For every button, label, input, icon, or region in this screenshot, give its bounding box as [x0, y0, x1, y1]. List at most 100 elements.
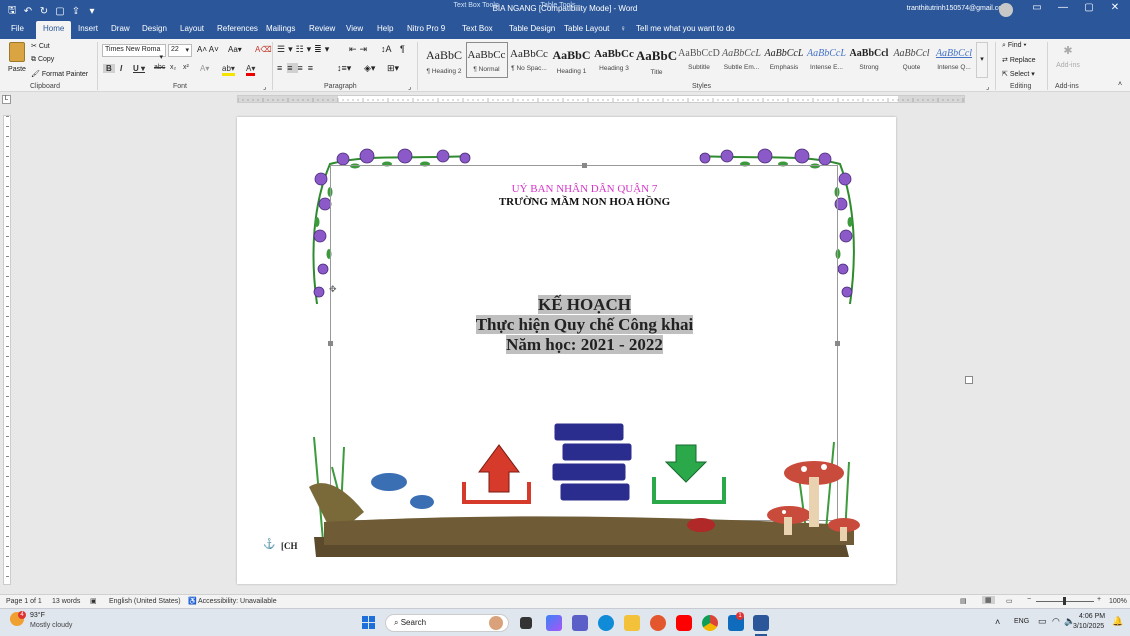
horizontal-ruler[interactable] [237, 95, 965, 103]
copilot-icon[interactable] [546, 615, 562, 631]
ribbon-display-icon[interactable]: ▭ [1024, 2, 1050, 13]
italic-button[interactable]: I [120, 64, 122, 73]
anchor-icon[interactable]: ⚓ [263, 539, 275, 550]
replace-button[interactable]: ⇄ Replace [1002, 56, 1036, 64]
cut-button[interactable]: ✂ Cut [31, 42, 50, 50]
windows-start-icon[interactable] [362, 616, 376, 630]
save-icon[interactable]: 🖫 [4, 3, 20, 20]
indent-buttons[interactable]: ⇤⇥ [349, 44, 370, 55]
clock-date[interactable]: 3/10/2025 [1073, 623, 1104, 630]
style-heading-2[interactable]: AaBbC ¶ Heading 2 [423, 42, 465, 78]
page-count[interactable]: Page 1 of 1 [6, 598, 42, 605]
tab-references[interactable]: References [217, 24, 258, 33]
weather-temp[interactable]: 93°F [30, 612, 45, 619]
styles-more-icon[interactable]: ▾ [976, 42, 988, 78]
style-emphasis[interactable]: AaBbCcL Emphasis [763, 42, 805, 78]
file-explorer-icon[interactable] [624, 615, 640, 631]
battery-icon[interactable]: ▭ [1038, 616, 1047, 627]
sort-icon[interactable]: ↕A [381, 44, 392, 54]
tell-me-search[interactable]: Tell me what you want to do [636, 24, 735, 33]
tab-design[interactable]: Design [142, 24, 167, 33]
tab-file[interactable]: File [11, 24, 24, 33]
read-mode-icon[interactable]: ▤ [960, 597, 967, 605]
word-count[interactable]: 13 words [52, 598, 80, 605]
language-indicator[interactable]: ENG [1014, 618, 1029, 625]
change-case-icon[interactable]: Aa▾ [228, 45, 242, 54]
pilcrow-icon[interactable]: ¶ [400, 44, 405, 54]
close-icon[interactable]: ✕ [1102, 2, 1128, 13]
chevron-up-icon[interactable]: ˄ [995, 617, 1000, 627]
tab-table-design[interactable]: Table Design [509, 24, 555, 33]
plan-subheading[interactable]: Thực hiện Quy chế Công khai [475, 315, 694, 334]
tab-text-box[interactable]: Text Box [462, 24, 493, 33]
style-intense-q[interactable]: AaBbCcl Intense Q... [933, 42, 975, 78]
new-doc-icon[interactable]: ▢ [52, 6, 68, 17]
line-spacing-icon[interactable]: ↕≡▾ [337, 63, 351, 74]
tab-selector[interactable]: L [2, 95, 11, 104]
chrome-icon[interactable] [702, 615, 718, 631]
accessibility-icon[interactable]: ♿ [188, 597, 197, 605]
font-size-box[interactable]: 22 ▾ [168, 44, 192, 57]
task-view-icon[interactable] [520, 617, 532, 629]
layout-options-icon[interactable] [965, 376, 973, 384]
paragraph-dialog-launcher-icon[interactable]: ⌟ [408, 83, 411, 91]
minimize-icon[interactable]: — [1050, 2, 1076, 13]
avatar[interactable] [999, 3, 1013, 17]
web-layout-icon[interactable]: ▭ [1006, 597, 1013, 605]
select-button[interactable]: ⇱ Select ▾ [1002, 70, 1035, 78]
style-no-spac[interactable]: AaBbCc ¶ No Spac... [508, 42, 550, 78]
maximize-icon[interactable]: ▢ [1076, 2, 1102, 13]
zoom-thumb[interactable] [1063, 597, 1066, 605]
accessibility-status[interactable]: Accessibility: Unavailable [198, 598, 277, 605]
superscript-button[interactable]: x² [183, 64, 189, 71]
zoom-level[interactable]: 100% [1109, 598, 1127, 605]
move-handle-icon[interactable]: ✥ [329, 284, 337, 295]
edge-icon[interactable] [598, 615, 614, 631]
find-button[interactable]: ⌕ Find ▾ [1002, 42, 1026, 50]
language-indicator[interactable]: English (United States) [109, 598, 181, 605]
bold-button[interactable]: B [103, 64, 115, 73]
customize-qa-icon[interactable]: ▾ [84, 6, 100, 17]
format-painter-button[interactable]: 🖌 Format Painter [31, 70, 88, 78]
style-heading-1[interactable]: AaBbC Heading 1 [551, 42, 593, 78]
highlight-icon[interactable]: ab▾ [222, 64, 235, 76]
tab-nitro[interactable]: Nitro Pro 9 [407, 24, 445, 33]
tab-view[interactable]: View [346, 24, 363, 33]
share-icon[interactable]: ⇪ [68, 6, 84, 17]
youtube-icon[interactable] [676, 615, 692, 631]
word-taskbar-icon[interactable] [753, 615, 769, 631]
tab-insert[interactable]: Insert [78, 24, 98, 33]
styles-dialog-launcher-icon[interactable]: ⌟ [986, 83, 989, 91]
tab-table-layout[interactable]: Table Layout [564, 24, 609, 33]
redo-icon[interactable]: ↻ [36, 6, 52, 17]
style-title[interactable]: AaBbC Title [636, 42, 678, 78]
text-effects-icon[interactable]: A▾ [200, 64, 209, 73]
style-subtle-em[interactable]: AaBbCcL Subtle Em... [721, 42, 763, 78]
tab-draw[interactable]: Draw [111, 24, 130, 33]
strikethrough-button[interactable]: abc [154, 64, 165, 71]
vertical-ruler[interactable] [3, 115, 11, 585]
shading-icon[interactable]: ◈▾ [364, 63, 375, 74]
style-subtitle[interactable]: AaBbCcD Subtitle [678, 42, 720, 78]
resize-handle[interactable] [582, 163, 587, 168]
style-quote[interactable]: AaBbCcl Quote [891, 42, 933, 78]
print-layout-icon[interactable]: ▦ [982, 596, 995, 604]
document-page[interactable]: ✥ UỶ BAN NHÂN DÂN QUẬN 7 TRƯỜNG MẦM NON … [237, 117, 896, 584]
collapse-ribbon-icon[interactable]: ˄ [1118, 81, 1122, 88]
font-color-icon[interactable]: A▾ [246, 64, 256, 76]
teams-icon[interactable] [572, 615, 588, 631]
subscript-button[interactable]: x₂ [170, 64, 176, 71]
font-dialog-launcher-icon[interactable]: ⌟ [263, 83, 266, 91]
plan-heading[interactable]: KẾ HOẠCH [537, 295, 632, 314]
tab-layout[interactable]: Layout [180, 24, 204, 33]
tab-review[interactable]: Review [309, 24, 335, 33]
paste-button[interactable]: Paste [5, 42, 29, 78]
zoom-out-icon[interactable]: − [1027, 596, 1031, 603]
style-intense-e[interactable]: AaBbCcL Intense E... [806, 42, 848, 78]
weather-desc[interactable]: Mostly cloudy [30, 622, 72, 629]
undo-icon[interactable]: ↶ [20, 6, 36, 17]
school-year-heading[interactable]: Năm học: 2021 - 2022 [506, 335, 663, 354]
copy-button[interactable]: ⧉ Copy [31, 56, 54, 64]
proofing-icon[interactable]: ▣ [90, 597, 97, 605]
grow-font-icon[interactable]: A˄ A˅ [197, 45, 219, 54]
